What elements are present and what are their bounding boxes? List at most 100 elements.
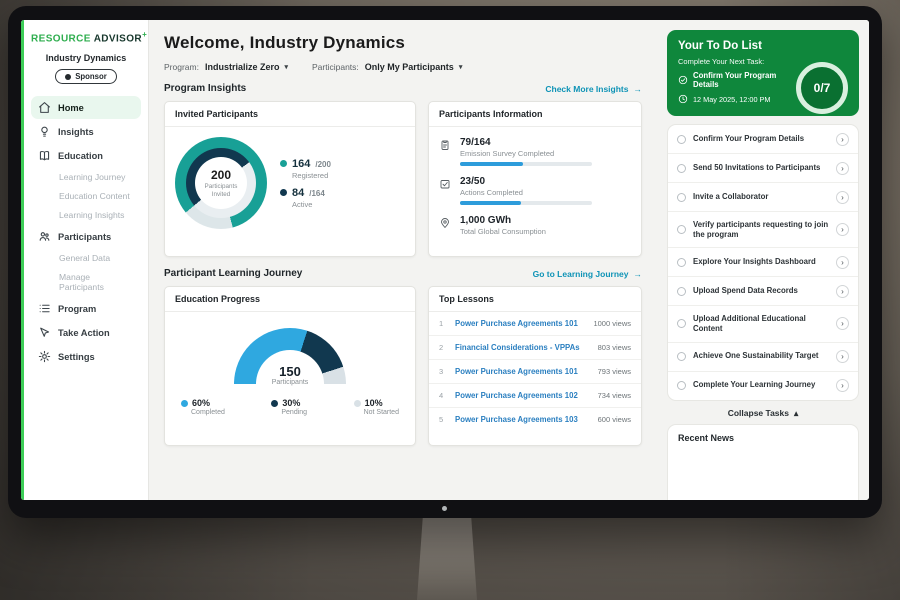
go-to-learning-journey-link[interactable]: Go to Learning Journey →	[533, 269, 642, 279]
chevron-right-icon[interactable]: ›	[836, 223, 849, 236]
collapse-label: Collapse Tasks	[728, 408, 789, 418]
task-row[interactable]: Invite a Collaborator ›	[668, 183, 858, 212]
chevron-right-icon[interactable]: ›	[836, 285, 849, 298]
lesson-views: 1000 views	[593, 319, 631, 328]
checkbox-circle-icon[interactable]	[677, 193, 686, 202]
caret-up-icon: ▴	[794, 408, 798, 419]
education-gauge-chart: 150 Participants	[234, 328, 346, 386]
legend-active: 84 /164 Active	[280, 187, 331, 209]
program-select[interactable]: Industrialize Zero ▾	[205, 62, 288, 72]
task-row[interactable]: Explore Your Insights Dashboard ›	[668, 248, 858, 277]
participants-filter: Participants: Only My Participants ▾	[312, 62, 462, 72]
lesson-views: 793 views	[598, 367, 631, 376]
sidebar-item-manage-participants[interactable]: Manage Participants	[31, 268, 141, 296]
checkbox-circle-icon[interactable]	[677, 225, 686, 234]
lesson-row[interactable]: 5 Power Purchase Agreements 103 600 view…	[429, 408, 641, 431]
legend-value: 10%	[365, 398, 383, 408]
legend-label: Not Started	[364, 409, 399, 416]
main-content: Welcome, Industry Dynamics Program: Indu…	[149, 20, 657, 500]
sidebar-item-learning-insights[interactable]: Learning Insights	[31, 206, 141, 224]
task-label: Confirm Your Program Details	[693, 134, 829, 144]
lesson-title-link[interactable]: Power Purchase Agreements 103	[455, 415, 590, 424]
chevron-right-icon[interactable]: ›	[836, 379, 849, 392]
legend-label: Completed	[191, 409, 225, 416]
task-row[interactable]: Verify participants requesting to join t…	[668, 212, 858, 248]
arrow-right-icon: →	[634, 84, 643, 94]
legend-label: Pending	[281, 409, 307, 416]
clipboard-icon	[439, 137, 452, 166]
chevron-right-icon[interactable]: ›	[836, 191, 849, 204]
sidebar-item-settings[interactable]: Settings	[31, 345, 141, 368]
chevron-right-icon[interactable]: ›	[836, 350, 849, 363]
sidebar-item-label: Education	[58, 151, 103, 161]
book-icon	[38, 149, 51, 162]
task-list: Confirm Your Program Details › Send 50 I…	[667, 124, 859, 401]
sponsor-badge-label: Sponsor	[75, 72, 107, 81]
link-label: Go to Learning Journey	[533, 269, 629, 279]
lesson-row[interactable]: 3 Power Purchase Agreements 101 793 view…	[429, 360, 641, 384]
lesson-rank: 1	[439, 319, 447, 328]
gray-dot-icon	[354, 400, 361, 407]
task-row[interactable]: Send 50 Invitations to Participants ›	[668, 154, 858, 183]
legend-completed: 60% Completed	[181, 398, 225, 416]
sidebar-item-home[interactable]: Home	[31, 96, 141, 119]
task-row[interactable]: Complete Your Learning Journey ›	[668, 372, 858, 400]
participants-select[interactable]: Only My Participants ▾	[365, 62, 463, 72]
task-label: Upload Additional Educational Content	[693, 314, 829, 334]
checkbox-circle-icon[interactable]	[677, 381, 686, 390]
checkbox-circle-icon[interactable]	[677, 135, 686, 144]
sidebar-item-program[interactable]: Program	[31, 297, 141, 320]
donut-center-label: Participants Invited	[201, 183, 241, 199]
sidebar-item-participants[interactable]: Participants	[31, 225, 141, 248]
stat-global-consumption: 1,000 GWh Total Global Consumption	[439, 215, 631, 236]
sidebar-item-label: Take Action	[58, 328, 110, 338]
chevron-right-icon[interactable]: ›	[836, 317, 849, 330]
participants-filter-label: Participants:	[312, 62, 359, 72]
program-filter-label: Program:	[164, 62, 199, 72]
collapse-tasks-button[interactable]: Collapse Tasks ▴	[667, 401, 859, 424]
legend-value: 164	[292, 158, 310, 170]
app-window: RESOURCE ADVISOR+ Industry Dynamics Spon…	[21, 20, 869, 500]
checkbox-circle-icon[interactable]	[677, 352, 686, 361]
chevron-right-icon[interactable]: ›	[836, 162, 849, 175]
recent-news-header: Recent News	[667, 424, 859, 501]
program-insights-header: Program Insights Check More Insights →	[164, 83, 642, 94]
gauge-center: 150 Participants	[234, 365, 346, 386]
gauge-value: 150	[234, 365, 346, 378]
sidebar-item-learning-journey[interactable]: Learning Journey	[31, 168, 141, 186]
navy-dot-icon	[271, 400, 278, 407]
lesson-row[interactable]: 4 Power Purchase Agreements 102 734 view…	[429, 384, 641, 408]
chevron-right-icon[interactable]: ›	[836, 133, 849, 146]
lesson-row[interactable]: 1 Power Purchase Agreements 101 1000 vie…	[429, 312, 641, 336]
task-row[interactable]: Upload Spend Data Records ›	[668, 277, 858, 306]
blue-dot-icon	[181, 400, 188, 407]
lesson-title-link[interactable]: Financial Considerations - VPPAs	[455, 343, 590, 352]
check-more-insights-link[interactable]: Check More Insights →	[545, 84, 642, 94]
chevron-right-icon[interactable]: ›	[836, 256, 849, 269]
org-name: Industry Dynamics	[31, 53, 141, 63]
sidebar-item-insights[interactable]: Insights	[31, 120, 141, 143]
lesson-rank: 3	[439, 367, 447, 376]
link-label: Check More Insights	[545, 84, 628, 94]
task-label: Verify participants requesting to join t…	[693, 220, 829, 240]
task-row[interactable]: Achieve One Sustainability Target ›	[668, 343, 858, 372]
checkbox-circle-icon[interactable]	[677, 258, 686, 267]
logo-plus: +	[142, 30, 147, 39]
sidebar-item-take-action[interactable]: Take Action	[31, 321, 141, 344]
sidebar-item-general-data[interactable]: General Data	[31, 249, 141, 267]
task-row[interactable]: Confirm Your Program Details ›	[668, 125, 858, 154]
lesson-row[interactable]: 2 Financial Considerations - VPPAs 803 v…	[429, 336, 641, 360]
sidebar-item-education-content[interactable]: Education Content	[31, 187, 141, 205]
todo-panel: Your To Do List Complete Your Next Task:…	[657, 20, 869, 500]
sidebar-item-education[interactable]: Education	[31, 144, 141, 167]
task-label: Upload Spend Data Records	[693, 286, 829, 296]
checkbox-circle-icon[interactable]	[677, 164, 686, 173]
stat-value: 1,000 GWh	[460, 215, 546, 226]
task-row[interactable]: Upload Additional Educational Content ›	[668, 306, 858, 342]
checkbox-circle-icon[interactable]	[677, 287, 686, 296]
checkbox-circle-icon[interactable]	[677, 319, 686, 328]
lesson-title-link[interactable]: Power Purchase Agreements 101	[455, 367, 590, 376]
lesson-title-link[interactable]: Power Purchase Agreements 102	[455, 391, 590, 400]
lesson-title-link[interactable]: Power Purchase Agreements 101	[455, 319, 585, 328]
list-icon	[38, 302, 51, 315]
